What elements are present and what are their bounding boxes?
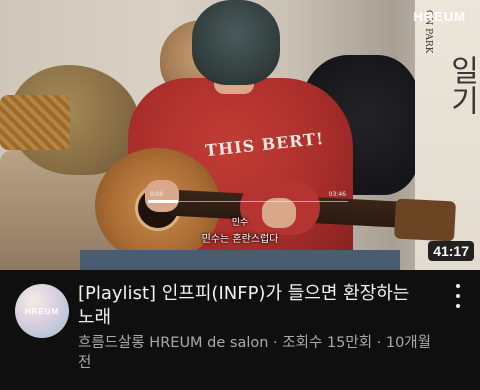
channel-avatar-text: HREUM bbox=[24, 306, 60, 316]
video-info-row[interactable]: HREUM [Playlist] 인프피(INFP)가 들으면 환장하는 노래 … bbox=[0, 270, 480, 390]
mini-player-progress bbox=[148, 200, 178, 203]
video-metadata: 흐름드살롱 HREUM de salon · 조회수 15만회 · 10개월 전 bbox=[78, 333, 448, 373]
video-thumbnail[interactable]: ON PARK 일기 THIS BERT! HREUM 0:00 03:46 민… bbox=[0, 0, 480, 270]
poster-text-korean: 일기 bbox=[444, 55, 479, 115]
channel-avatar[interactable]: HREUM bbox=[15, 284, 69, 338]
mini-player-track bbox=[148, 201, 348, 202]
video-metadata-line2: 전 bbox=[78, 355, 92, 371]
mini-player-current-time: 0:00 bbox=[150, 191, 164, 198]
person-jeans bbox=[80, 250, 400, 270]
video-metadata-line1: 흐름드살롱 HREUM de salon · 조회수 15만회 · 10개월 bbox=[78, 335, 431, 351]
video-duration-badge: 41:17 bbox=[428, 241, 474, 261]
more-vert-icon[interactable] bbox=[450, 284, 466, 308]
menu-dot bbox=[456, 294, 460, 298]
menu-dot bbox=[456, 304, 460, 308]
thumbnail-caption-line2: 민수는 혼란스럽다 bbox=[201, 234, 279, 245]
embedded-mini-player: 0:00 03:46 bbox=[148, 191, 348, 207]
person-hair bbox=[192, 0, 280, 85]
mini-player-total-time: 03:46 bbox=[328, 191, 346, 198]
video-title[interactable]: [Playlist] 인프피(INFP)가 들으면 환장하는 노래 bbox=[78, 282, 438, 330]
channel-brand-watermark: HREUM bbox=[413, 9, 466, 24]
menu-dot bbox=[456, 284, 460, 288]
video-title-line2: 노래 bbox=[78, 307, 112, 328]
thumbnail-caption-line1: 민수 bbox=[231, 218, 249, 228]
basket-background bbox=[0, 95, 70, 150]
video-title-line1: [Playlist] 인프피(INFP)가 들으면 환장하는 bbox=[78, 283, 410, 304]
